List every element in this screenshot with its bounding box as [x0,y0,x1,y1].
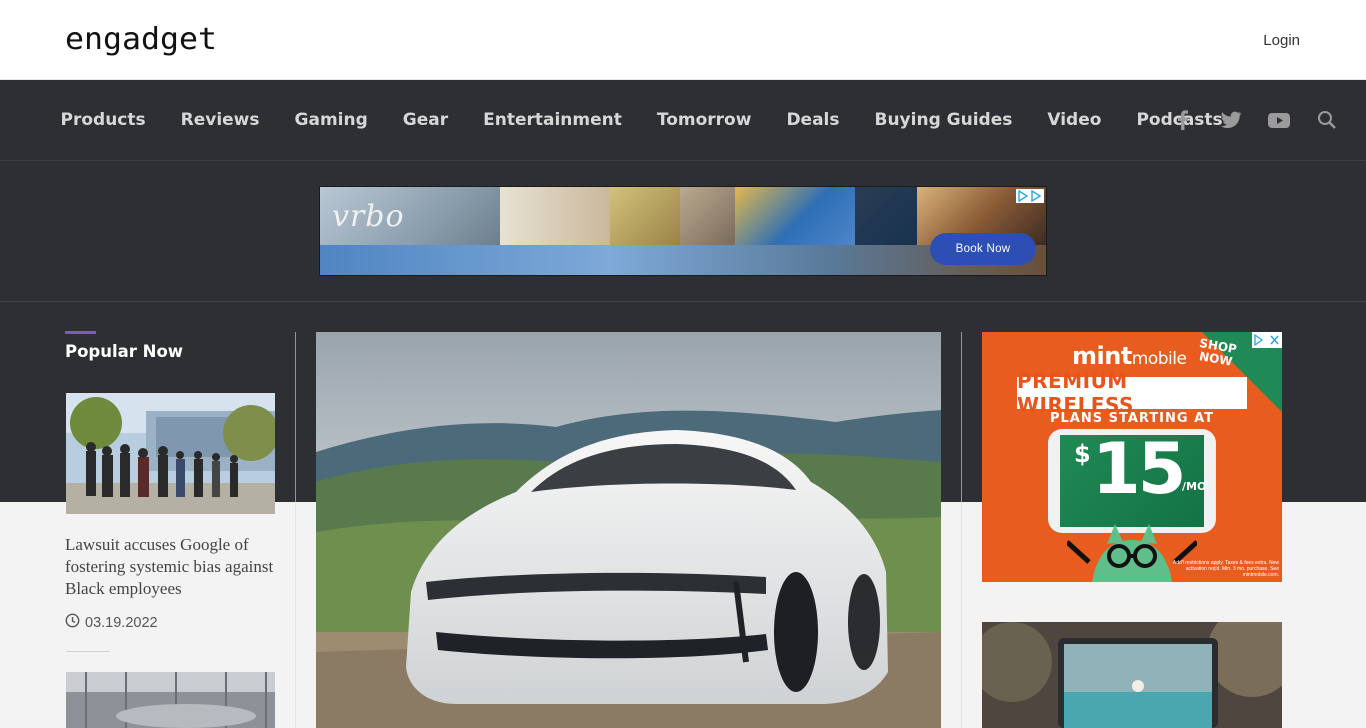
nav-item-products[interactable]: Products [43,110,163,130]
adchoices-close-icon[interactable] [1252,332,1282,348]
column-divider-right [961,332,962,728]
mint-headline: PREMIUM WIRELESS [1017,369,1247,417]
nav-item-tomorrow[interactable]: Tomorrow [639,110,769,130]
search-icon[interactable] [1314,108,1340,132]
popular-accent-bar [65,331,96,334]
nav-item-buying-guides[interactable]: Buying Guides [857,110,1030,130]
nav-item-gear[interactable]: Gear [385,110,465,130]
popular-now-heading: Popular Now [65,342,184,361]
popular-item-thumbnail[interactable] [66,393,275,514]
popular-item-headline[interactable]: Lawsuit accuses Google of fostering syst… [65,534,280,600]
mint-subheadline: PLANS STARTING AT [1049,411,1215,426]
popular-item-thumbnail-2[interactable] [66,672,275,728]
mint-mobile-ad[interactable]: mintmobile PREMIUM WIRELESS PLANS STARTI… [982,332,1282,582]
site-header: engadget Login [0,0,1366,80]
mint-fine-print: Add'l restrictions apply. Taxes & fees e… [1172,560,1279,578]
nav-item-video[interactable]: Video [1030,110,1119,130]
laptop-ad[interactable] [982,622,1282,728]
vrbo-banner-ad[interactable]: vrbo Book Now [319,186,1047,276]
date-text: 03.19.2022 [85,614,158,631]
youtube-icon[interactable] [1266,108,1292,132]
book-now-button[interactable]: Book Now [930,233,1036,265]
mint-mobile-logo: mintmobile [1072,342,1187,370]
nav-item-deals[interactable]: Deals [769,110,857,130]
nav-item-gaming[interactable]: Gaming [277,110,385,130]
facebook-icon[interactable] [1170,108,1196,132]
login-link[interactable]: Login [1263,32,1300,49]
svg-text:engadget: engadget [65,22,217,57]
section-divider [0,301,1366,302]
main-navigation: Products Reviews Gaming Gear Entertainme… [0,80,1366,161]
item-separator [66,651,110,652]
nav-item-entertainment[interactable]: Entertainment [466,110,640,130]
engadget-logo[interactable]: engadget [65,22,219,58]
vrbo-logo: vrbo [332,199,405,234]
hero-article-image[interactable] [316,332,941,728]
adchoices-icon[interactable] [1016,189,1044,203]
nav-item-reviews[interactable]: Reviews [163,110,277,130]
twitter-icon[interactable] [1218,108,1244,132]
column-divider-left [295,332,296,728]
clock-icon [65,613,80,632]
popular-item-date: 03.19.2022 [65,613,158,632]
